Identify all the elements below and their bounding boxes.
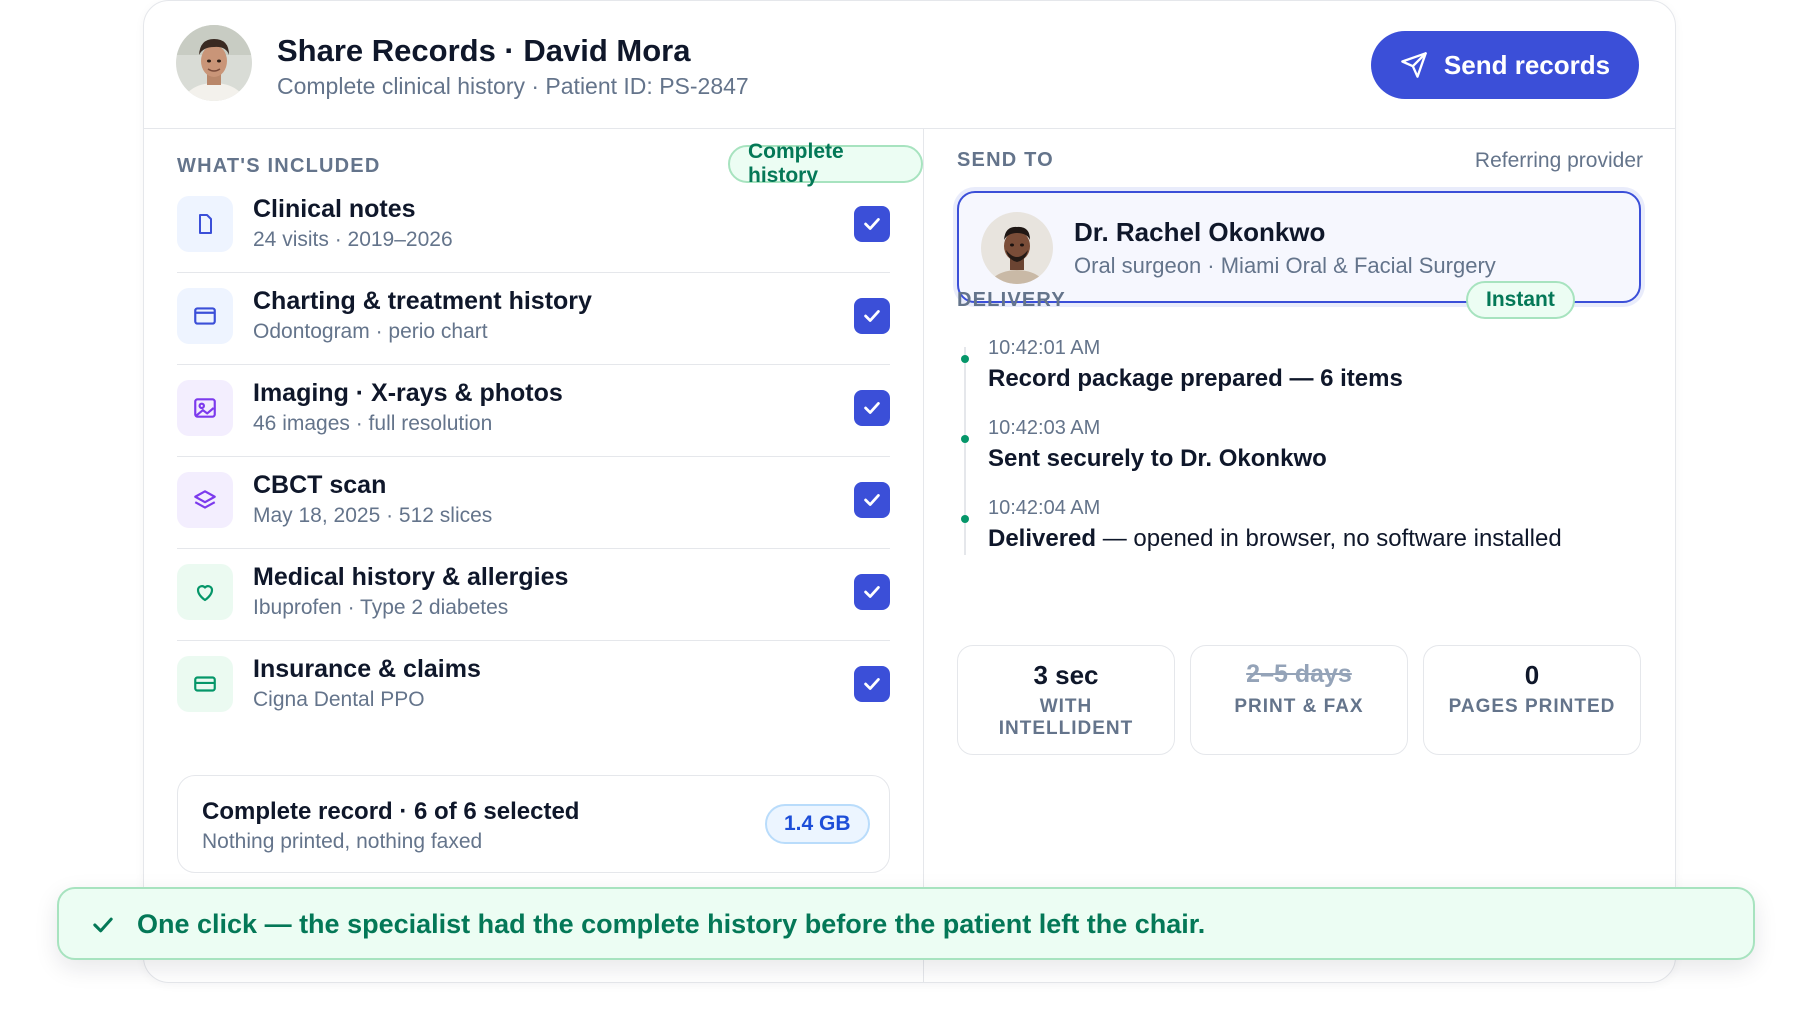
included-panel: WHAT'S INCLUDED Complete history Clinica… — [144, 129, 924, 982]
stat-value: 0 — [1524, 660, 1540, 690]
stat-label-line-1: WITH — [1039, 696, 1093, 717]
document-icon — [177, 196, 233, 252]
stat-pages-printed: 0 PAGES PRINTED — [1423, 645, 1641, 755]
stat-label: PAGES PRINTED — [1448, 696, 1616, 717]
record-item-insurance[interactable]: Insurance & claims Cigna Dental PPO — [177, 641, 890, 733]
timeline-dot — [961, 515, 969, 523]
stat-value: 2–5 days — [1246, 660, 1352, 688]
layers-icon — [177, 472, 233, 528]
included-label: WHAT'S INCLUDED — [177, 155, 381, 177]
item-checkbox[interactable] — [854, 666, 890, 702]
record-item-clinical-notes[interactable]: Clinical notes 24 visits · 2019–2026 — [177, 181, 890, 273]
check-icon — [864, 586, 880, 598]
item-checkbox[interactable] — [854, 482, 890, 518]
item-title: Clinical notes — [253, 195, 416, 223]
event-time: 10:42:04 AM — [988, 497, 1101, 519]
recipient-avatar — [981, 212, 1053, 284]
item-title: CBCT scan — [253, 471, 387, 499]
check-icon — [864, 310, 880, 322]
send-records-button[interactable]: Send records — [1371, 31, 1639, 99]
recipient-details: Oral surgeon · Miami Oral & Facial Surge… — [1074, 253, 1496, 278]
event-text-bold: Delivered — [988, 525, 1097, 552]
record-item-imaging[interactable]: Imaging · X-rays & photos 46 images · fu… — [177, 365, 890, 457]
item-checkbox[interactable] — [854, 574, 890, 610]
delivery-label: DELIVERY — [957, 289, 1066, 311]
summary-subtitle: Nothing printed, nothing faxed — [202, 830, 483, 853]
check-icon — [864, 218, 880, 230]
referring-provider-hint: Referring provider — [1474, 149, 1643, 172]
complete-history-badge: Complete history — [728, 140, 923, 187]
stat-label: WITH INTELLIDENT — [958, 696, 1174, 740]
check-icon — [93, 917, 113, 933]
selection-summary: Complete record · 6 of 6 selected Nothin… — [177, 775, 890, 873]
event-text: Delivered — opened in browser, no softwa… — [988, 525, 1562, 553]
event-text-rest: — opened in browser, no software install… — [1096, 525, 1562, 552]
send-panel: SEND TO Referring provider Dr. Rachel Ok… — [924, 129, 1675, 982]
stat-value: 3 sec — [1033, 660, 1099, 690]
page-subtitle: Complete clinical history · Patient ID: … — [277, 73, 749, 99]
check-icon — [864, 402, 880, 414]
item-subtitle: 24 visits · 2019–2026 — [253, 228, 453, 251]
stat-intellident: 3 sec WITH INTELLIDENT — [957, 645, 1175, 755]
toast-message: One click — the specialist had the compl… — [137, 909, 1206, 939]
item-title: Medical history & allergies — [253, 563, 569, 591]
item-title: Insurance & claims — [253, 655, 481, 683]
check-icon — [864, 678, 880, 690]
patient-avatar — [176, 25, 252, 101]
item-checkbox[interactable] — [854, 390, 890, 426]
summary-title: Complete record · 6 of 6 selected — [202, 798, 580, 825]
stat-label: PRINT & FAX — [1234, 696, 1364, 717]
credit-card-icon — [177, 656, 233, 712]
item-title: Imaging · X-rays & photos — [253, 379, 563, 407]
event-text: Record package prepared — 6 items — [988, 365, 1403, 392]
chart-window-icon — [177, 288, 233, 344]
event-time: 10:42:03 AM — [988, 417, 1101, 439]
record-item-medical-history[interactable]: Medical history & allergies Ibuprofen · … — [177, 549, 890, 641]
send-records-label: Send records — [1443, 49, 1611, 80]
item-subtitle: Ibuprofen · Type 2 diabetes — [253, 596, 509, 619]
item-subtitle: 46 images · full resolution — [253, 412, 493, 435]
success-toast: One click — the specialist had the compl… — [57, 887, 1755, 960]
heart-icon — [177, 564, 233, 620]
send-to-label: SEND TO — [957, 149, 1054, 171]
instant-badge: Instant — [1466, 281, 1575, 319]
package-size-badge: 1.4 GB — [765, 804, 870, 844]
timeline-dot — [961, 355, 969, 363]
image-icon — [177, 380, 233, 436]
item-subtitle: May 18, 2025 · 512 slices — [253, 504, 493, 527]
stat-print-fax: 2–5 days PRINT & FAX — [1190, 645, 1408, 755]
share-records-card: Share Records · David Mora Complete clin… — [143, 0, 1676, 983]
page-title: Share Records · David Mora — [277, 33, 691, 68]
stat-label-line-2: INTELLIDENT — [998, 718, 1134, 739]
timeline-line — [964, 347, 966, 555]
item-title: Charting & treatment history — [253, 287, 592, 315]
event-text: Sent securely to Dr. Okonkwo — [988, 445, 1327, 472]
item-checkbox[interactable] — [854, 298, 890, 334]
record-item-cbct[interactable]: CBCT scan May 18, 2025 · 512 slices — [177, 457, 890, 549]
event-time: 10:42:01 AM — [988, 337, 1101, 359]
record-item-charting[interactable]: Charting & treatment history Odontogram … — [177, 273, 890, 365]
header: Share Records · David Mora Complete clin… — [144, 1, 1675, 129]
item-checkbox[interactable] — [854, 206, 890, 242]
send-icon — [1401, 52, 1427, 78]
timeline-dot — [961, 435, 969, 443]
item-subtitle: Cigna Dental PPO — [253, 688, 425, 711]
recipient-name: Dr. Rachel Okonkwo — [1074, 217, 1326, 247]
check-icon — [864, 494, 880, 506]
item-subtitle: Odontogram · perio chart — [253, 320, 488, 343]
